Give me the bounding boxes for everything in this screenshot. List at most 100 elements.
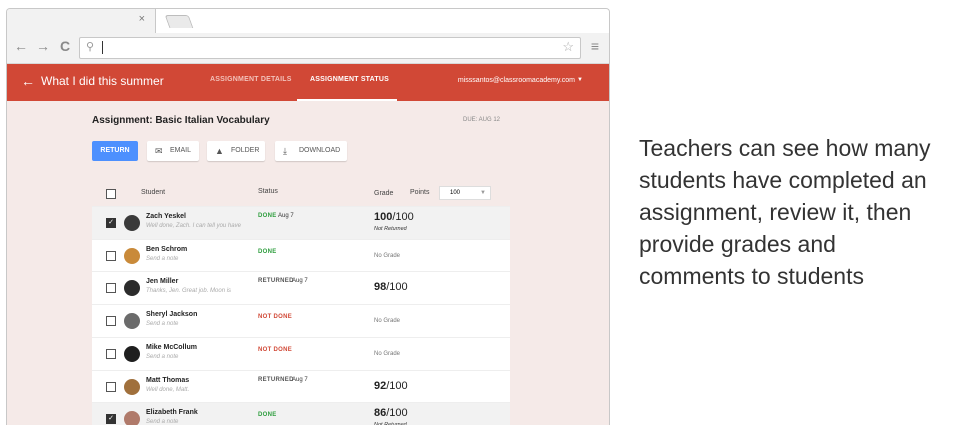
status-date: Aug 7	[278, 213, 294, 219]
no-grade-label[interactable]: No Grade	[374, 253, 400, 259]
row-checkbox[interactable]	[106, 316, 116, 327]
avatar	[124, 378, 140, 395]
grade-value[interactable]: 98/100	[374, 281, 408, 293]
student-note[interactable]: Well done, Zach. I can tell you have	[146, 223, 241, 229]
status-badge: DONE	[258, 248, 277, 255]
student-note[interactable]: Send a note	[146, 354, 178, 360]
reload-icon[interactable]: C	[57, 38, 73, 54]
browser-menu-icon[interactable]: ≡	[591, 38, 599, 54]
avatar	[124, 411, 140, 425]
assignment-title: Assignment: Basic Italian Vocabulary	[92, 115, 270, 126]
grade-value[interactable]: 86/100	[374, 407, 408, 419]
status-badge: RETURNED	[258, 278, 294, 285]
download-button[interactable]: ⤓ DOWNLOAD	[275, 141, 347, 161]
email-button[interactable]: ✉ EMAIL	[147, 141, 199, 161]
grade-score: 98	[374, 281, 387, 294]
grade-value[interactable]: 92/100	[374, 380, 408, 392]
grade-return-status: Not Returned	[374, 226, 407, 232]
grade-value[interactable]: 100/100	[374, 211, 414, 223]
app-bar: ← What I did this summer ASSIGNMENT DETA…	[7, 64, 609, 101]
tab-close-icon[interactable]: ×	[139, 13, 145, 25]
app-back-icon[interactable]: ←	[21, 73, 35, 89]
status-badge: DONE	[258, 412, 277, 419]
student-note[interactable]: Send a note	[146, 419, 178, 425]
status-badge: DONE	[258, 213, 277, 219]
column-header-student: Student	[141, 189, 166, 196]
table-row[interactable]: ✓ Zach Yeskel Well done, Zach. I can tell …	[92, 206, 510, 239]
account-caret-icon[interactable]: ▼	[577, 77, 583, 83]
student-name: Sheryl Jackson	[146, 311, 198, 319]
class-title: What I did this summer	[41, 74, 164, 88]
student-note[interactable]: Thanks, Jen. Great job. Moon is	[146, 288, 231, 294]
avatar	[124, 313, 140, 330]
row-checkbox[interactable]: ✓	[106, 218, 116, 228]
row-checkbox[interactable]	[106, 250, 116, 261]
student-name: Ben Schrom	[146, 245, 188, 253]
table-row[interactable]: Jen Miller Thanks, Jen. Great job. Moon i…	[92, 271, 510, 305]
grade-score: 92	[374, 379, 387, 392]
status-badge: RETURNED	[258, 376, 294, 383]
student-note[interactable]: Well done, Matt.	[146, 387, 189, 393]
forward-icon[interactable]: →	[35, 38, 51, 54]
status-date: Aug 7	[292, 376, 308, 383]
status-badge: NOT DONE	[258, 346, 293, 353]
row-checkbox[interactable]	[106, 348, 116, 359]
download-icon: ⤓	[283, 146, 287, 156]
column-header-grade: Grade	[374, 190, 394, 197]
grade-total: /100	[392, 211, 414, 223]
return-button[interactable]: RETURN	[92, 141, 138, 161]
student-note[interactable]: Send a note	[146, 256, 178, 262]
status-date: Aug 7	[292, 278, 308, 285]
no-grade-label[interactable]: No Grade	[374, 351, 400, 357]
browser-tab[interactable]: ×	[7, 9, 156, 33]
back-icon[interactable]: ←	[13, 38, 29, 54]
no-grade-label[interactable]: No Grade	[374, 318, 400, 324]
select-all-checkbox[interactable]	[106, 189, 116, 199]
grade-score: 86	[374, 407, 387, 420]
download-label: DOWNLOAD	[299, 147, 341, 154]
status-badge: NOT DONE	[258, 314, 293, 321]
grade-total: /100	[386, 379, 408, 392]
student-name: Jen Miller	[146, 278, 179, 286]
email-icon: ✉	[155, 146, 163, 156]
caption-text: Teachers can see how many students have …	[639, 135, 931, 289]
avatar	[124, 247, 140, 264]
row-checkbox[interactable]	[106, 381, 116, 392]
bookmark-star-icon[interactable]: ☆	[562, 39, 574, 55]
new-tab-button[interactable]	[164, 15, 194, 28]
address-bar[interactable]: ⚲ ☆	[79, 37, 581, 59]
table-row[interactable]: Ben Schrom Send a note DONE No Grade	[92, 238, 510, 272]
table-row[interactable]: Sheryl Jackson Send a note NOT DONE No Grad…	[92, 304, 510, 338]
folder-icon: ▲	[215, 146, 224, 156]
row-checkbox[interactable]	[106, 283, 116, 294]
tab-strip: ×	[7, 9, 609, 33]
browser-toolbar: ← → C ⚲ ☆ ≡	[7, 33, 609, 64]
account-email[interactable]: misssantos@classroomacademy.com	[458, 77, 575, 84]
points-caret-icon: ▼	[480, 190, 486, 196]
student-name: Mike McCollum	[146, 343, 197, 351]
avatar	[124, 280, 140, 297]
student-name: Matt Thomas	[146, 376, 190, 384]
row-checkbox[interactable]: ✓	[106, 414, 116, 425]
column-header-points: Points	[410, 189, 430, 196]
tab-assignment-status[interactable]: ASSIGNMENT STATUS	[310, 76, 389, 83]
folder-label: FOLDER	[231, 147, 260, 154]
points-value: 100	[450, 190, 461, 196]
search-icon: ⚲	[86, 41, 95, 53]
student-note[interactable]: Send a note	[146, 321, 178, 327]
due-date: DUE: AUG 12	[463, 117, 501, 123]
points-select[interactable]: 100 ▼	[439, 186, 491, 200]
text-cursor	[102, 41, 103, 54]
grade-score: 100	[374, 211, 393, 223]
table-row[interactable]: ✓Elizabeth FrankSend a noteDONE86/100Not…	[92, 402, 510, 425]
avatar	[124, 215, 140, 231]
email-label: EMAIL	[170, 147, 192, 154]
assignment-status-panel: Assignment: Basic Italian Vocabulary DUE…	[7, 101, 609, 425]
browser-window: × ← → C ⚲ ☆ ≡ ← What I did this summer A…	[6, 8, 610, 425]
tab-assignment-details[interactable]: ASSIGNMENT DETAILS	[210, 76, 292, 83]
table-row[interactable]: Mike McCollum Send a note NOT DONE No Grade	[92, 336, 510, 370]
folder-button[interactable]: ▲ FOLDER	[207, 141, 265, 161]
student-name: Zach Yeskel	[146, 213, 186, 220]
student-name: Elizabeth Frank	[146, 409, 198, 417]
table-row[interactable]: Matt Thomas Well done, Matt. RETURNED Aug 7…	[92, 369, 510, 403]
